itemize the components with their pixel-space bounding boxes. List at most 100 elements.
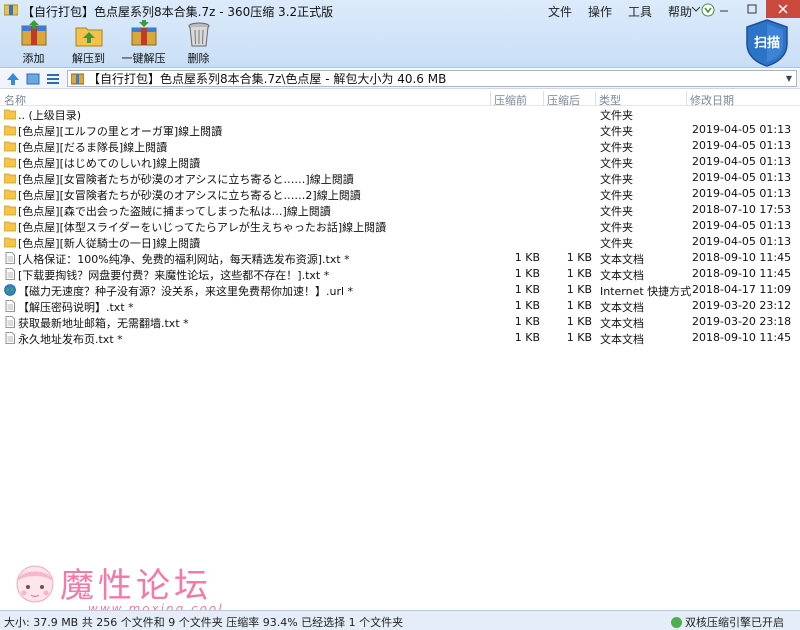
anime-girl-logo-icon xyxy=(16,565,54,603)
text-file-icon xyxy=(5,332,15,344)
file-type: 文件夹 xyxy=(600,173,633,186)
one-click-extract-button[interactable]: 一键解压 xyxy=(116,20,171,66)
file-row[interactable]: 获取最新地址邮箱，无需翻墙.txt * 1 KB 1 KB 文本文档 2019-03-2… xyxy=(0,314,800,330)
chevron-down-icon xyxy=(691,6,701,12)
file-type: 文本文档 xyxy=(600,253,644,266)
file-type: 文件夹 xyxy=(600,157,633,170)
folder-row[interactable]: [色点屋][体型スライダーをいじってたらアレが生えちゃったお話]線上閱讀 文件夹 2… xyxy=(0,218,800,234)
file-name: [色点屋][女冒険者たちが砂漠のオアシスに立ち寄ると……]線上閱讀 xyxy=(18,173,354,186)
engine-status[interactable]: 双核压缩引擎已开启 xyxy=(671,614,784,630)
file-type: 文件夹 xyxy=(600,221,633,234)
address-bar: 【自行打包】色点屋系列8本合集.7z\色点屋 - 解包大小为 40.6 MB ▼ xyxy=(0,69,800,89)
folder-row[interactable]: [色点屋][新人従騎士の一日]線上閱讀 文件夹 2019-04-05 01:13 xyxy=(0,234,800,250)
menu-dropdown-button[interactable] xyxy=(682,0,710,18)
file-name: [色点屋][だるま隊長]線上閱讀 xyxy=(18,141,168,154)
file-name: [色点屋][はじめてのしいれ]線上閱讀 xyxy=(18,157,201,170)
thumbnail-view-icon[interactable] xyxy=(26,72,40,86)
file-name: [人格保证：100%纯净、免费的福利网站，每天精选发布资源].txt * xyxy=(18,253,350,266)
folder-row[interactable]: [色点屋][はじめてのしいれ]線上閱讀 文件夹 2019-04-05 01:13 xyxy=(0,154,800,170)
extract-to-button[interactable]: 解压到 xyxy=(61,20,116,66)
folder-icon xyxy=(4,205,16,216)
forum-watermark: 魔性论坛 www.moxing.cool xyxy=(0,552,240,616)
file-type: 文本文档 xyxy=(600,333,644,346)
file-name: 获取最新地址邮箱，无需翻墙.txt * xyxy=(18,317,189,330)
file-name: [下载要掏钱？网盘要付费？来魔性论坛，这些都不存在！].txt * xyxy=(18,269,330,282)
one-click-extract-icon xyxy=(131,20,156,46)
scan-label: 扫描 xyxy=(753,36,780,51)
up-arrow-icon[interactable] xyxy=(6,72,20,86)
folder-row[interactable]: [色点屋][エルフの里とオーガ軍]線上閱讀 文件夹 2019-04-05 01:13 xyxy=(0,122,800,138)
file-row[interactable]: [下载要掏钱？网盘要付费？来魔性论坛，这些都不存在！].txt * 1 KB 1 K… xyxy=(0,266,800,282)
file-name: 【解压密码说明】.txt * xyxy=(18,301,134,314)
file-date: 2019-03-20 23:18 xyxy=(692,315,792,328)
title-toolbar-area: 【自行打包】色点屋系列8本合集.7z - 360压缩 3.2正式版 文件 操作 … xyxy=(0,0,800,68)
folder-icon xyxy=(4,125,16,136)
file-date: 2019-04-05 01:13 xyxy=(692,139,792,152)
path-dropdown-icon[interactable]: ▼ xyxy=(782,74,796,83)
archive-icon xyxy=(71,73,84,84)
menu-operation[interactable]: 操作 xyxy=(580,3,620,20)
file-type: 文件夹 xyxy=(600,237,633,250)
menu-tools[interactable]: 工具 xyxy=(620,3,660,20)
list-view-icon[interactable] xyxy=(46,72,60,86)
add-archive-icon xyxy=(21,20,46,46)
file-date: 2019-04-05 01:13 xyxy=(692,123,792,136)
close-icon xyxy=(778,4,788,14)
file-date: 2018-09-10 11:45 xyxy=(692,267,792,280)
file-size: 1 KB xyxy=(514,299,540,312)
file-date: 2019-03-20 23:12 xyxy=(692,299,792,312)
file-date: 2019-04-05 01:13 xyxy=(692,187,792,200)
file-size: 1 KB xyxy=(514,267,540,280)
file-date: 2019-04-05 01:13 xyxy=(692,235,792,248)
column-headers: 名称 压缩前 压缩后 类型 修改日期 xyxy=(0,90,800,107)
add-label: 添加 xyxy=(22,52,45,65)
status-bar: 大小: 37.9 MB 共 256 个文件和 9 个文件夹 压缩率 93.4% … xyxy=(0,610,800,630)
file-type: 文本文档 xyxy=(600,269,644,282)
folder-icon xyxy=(4,141,16,152)
maximize-button[interactable] xyxy=(738,0,766,18)
file-row[interactable]: 【磁力无速度？种子没有源？没关系，来这里免费帮你加速！】.url * 1 KB 1 … xyxy=(0,282,800,298)
folder-row[interactable]: [色点屋][女冒険者たちが砂漠のオアシスに立ち寄ると……2]線上閱讀 文件夹 201… xyxy=(0,186,800,202)
minimize-icon xyxy=(720,10,728,12)
file-name: [色点屋][森で出会った盗賊に捕まってしまった私は…]線上閱讀 xyxy=(18,205,331,218)
close-button[interactable] xyxy=(766,0,800,18)
delete-button[interactable]: 删除 xyxy=(171,20,226,66)
folder-row[interactable]: [色点屋][森で出会った盗賊に捕まってしまった私は…]線上閱讀 文件夹 2018-0… xyxy=(0,202,800,218)
file-row[interactable]: [人格保证：100%纯净、免费的福利网站，每天精选发布资源].txt * 1 KB… xyxy=(0,250,800,266)
file-type: 文件夹 xyxy=(600,125,633,138)
file-compressed-size: 1 KB xyxy=(566,331,592,344)
minimize-button[interactable] xyxy=(710,0,738,18)
file-name: 【磁力无速度？种子没有源？没关系，来这里免费帮你加速！】.url * xyxy=(18,285,354,298)
text-file-icon xyxy=(5,252,15,264)
file-type: 文件夹 xyxy=(600,205,633,218)
extract-to-icon xyxy=(75,27,102,47)
file-size: 1 KB xyxy=(514,251,540,264)
text-file-icon xyxy=(5,316,15,328)
engine-status-text: 双核压缩引擎已开启 xyxy=(685,616,784,629)
folder-row[interactable]: [色点屋][女冒険者たちが砂漠のオアシスに立ち寄ると……]線上閱讀 文件夹 2019… xyxy=(0,170,800,186)
folder-icon xyxy=(4,221,16,232)
file-size: 1 KB xyxy=(514,283,540,296)
trash-icon xyxy=(188,22,209,47)
folder-icon xyxy=(4,173,16,184)
file-type: 文件夹 xyxy=(600,141,633,154)
file-row[interactable]: 【解压密码说明】.txt * 1 KB 1 KB 文本文档 2019-03-20 23:… xyxy=(0,298,800,314)
path-field[interactable]: 【自行打包】色点屋系列8本合集.7z\色点屋 - 解包大小为 40.6 MB ▼ xyxy=(67,70,797,87)
scan-button[interactable]: 扫描 xyxy=(744,18,790,68)
folder-row[interactable]: .. (上级目录) 文件夹 xyxy=(0,106,800,122)
menu-file[interactable]: 文件 xyxy=(540,3,580,20)
file-date: 2019-04-05 01:13 xyxy=(692,155,792,168)
status-summary: 大小: 37.9 MB 共 256 个文件和 9 个文件夹 压缩率 93.4% … xyxy=(4,616,404,629)
file-name: .. (上级目录) xyxy=(18,109,82,122)
file-date: 2018-07-10 17:53 xyxy=(692,203,792,216)
extract-to-label: 解压到 xyxy=(72,52,105,65)
file-date: 2019-04-05 01:13 xyxy=(692,219,792,232)
file-list: .. (上级目录) 文件夹 [色点屋][エルフの里とオーガ軍]線上閱讀 文件夹 2019… xyxy=(0,106,800,346)
window-controls xyxy=(682,0,800,18)
main-toolbar: 添加 解压到 一键解压 删除 xyxy=(6,20,226,66)
path-text: 【自行打包】色点屋系列8本合集.7z\色点屋 - 解包大小为 40.6 MB xyxy=(88,72,447,86)
add-button[interactable]: 添加 xyxy=(6,20,61,66)
one-click-extract-label: 一键解压 xyxy=(121,52,166,65)
folder-row[interactable]: [色点屋][だるま隊長]線上閱讀 文件夹 2019-04-05 01:13 xyxy=(0,138,800,154)
file-row[interactable]: 永久地址发布页.txt * 1 KB 1 KB 文本文档 2018-09-10 11:4… xyxy=(0,330,800,346)
